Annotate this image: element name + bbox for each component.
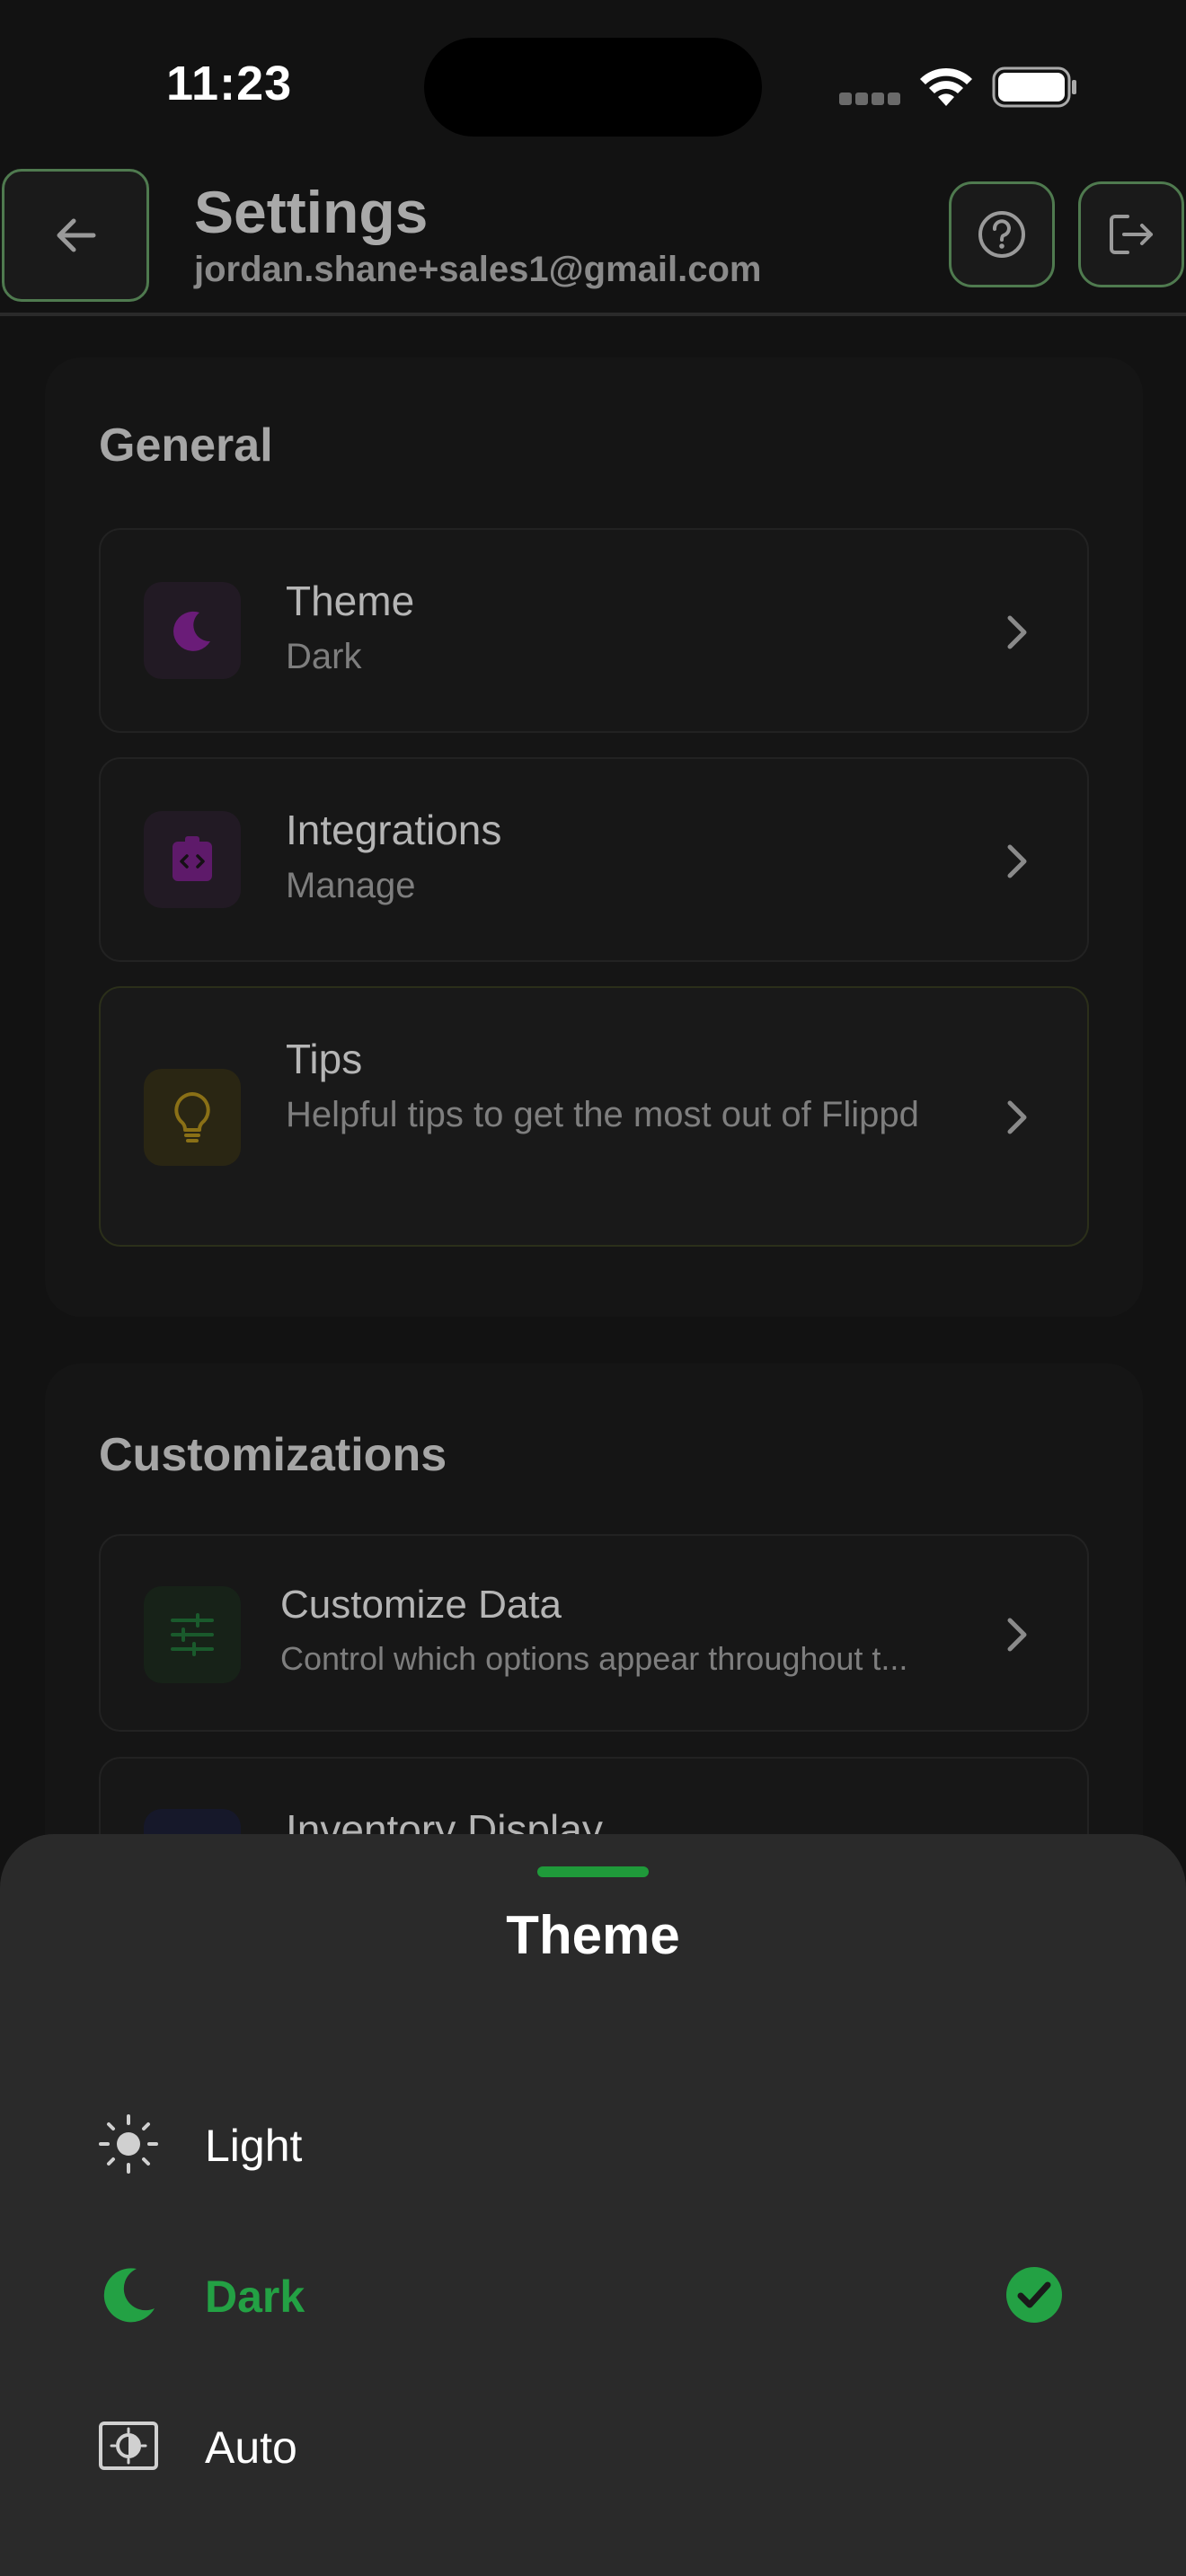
theme-option-dark[interactable]: Dark <box>0 2228 1186 2362</box>
theme-icon-box <box>144 582 241 679</box>
chevron-right-icon <box>1007 1100 1027 1134</box>
page-title: Settings <box>194 179 429 245</box>
sun-icon <box>99 2114 158 2174</box>
wifi-icon <box>920 67 972 106</box>
row-subtitle: Manage <box>286 866 416 905</box>
row-subtitle: Control which options appear throughout … <box>280 1640 908 1677</box>
cellular-signal-icon <box>839 93 900 105</box>
tips-icon-box <box>144 1069 241 1166</box>
chevron-right-icon <box>1007 615 1027 649</box>
lightbulb-icon <box>174 1092 210 1142</box>
theme-option-light[interactable]: Light <box>0 2077 1186 2211</box>
moon-icon <box>173 611 210 651</box>
battery-icon <box>992 66 1076 108</box>
theme-bottom-sheet: Theme Light Dark Auto <box>0 1834 1186 2576</box>
row-subtitle: Helpful tips to get the most out of Flip… <box>286 1095 919 1134</box>
help-icon <box>978 211 1025 258</box>
code-badge-icon <box>173 836 212 881</box>
option-label: Dark <box>205 2272 305 2322</box>
sheet-title: Theme <box>506 1905 680 1965</box>
status-bar: 11:23 <box>0 0 1186 162</box>
row-title: Theme <box>286 578 415 624</box>
check-circle-icon <box>1006 2267 1062 2323</box>
moon-icon <box>103 2268 155 2323</box>
sheet-drag-handle[interactable] <box>537 1866 649 1877</box>
general-card: General Theme Dark Integrations Manage T… <box>45 357 1143 1317</box>
logout-icon <box>1110 215 1153 254</box>
option-label: Light <box>205 2121 303 2171</box>
settings-row-integrations[interactable]: Integrations Manage <box>99 757 1089 962</box>
integrations-icon-box <box>144 811 241 908</box>
settings-row-tips[interactable]: Tips Helpful tips to get the most out of… <box>99 986 1089 1247</box>
theme-option-auto[interactable]: Auto <box>0 2378 1186 2513</box>
help-button[interactable] <box>949 181 1055 287</box>
header-divider <box>0 313 1186 316</box>
customize-data-icon-box <box>144 1586 241 1683</box>
chevron-right-icon <box>1007 844 1027 878</box>
row-title: Customize Data <box>280 1583 562 1627</box>
row-subtitle: Dark <box>286 637 362 676</box>
sliders-icon <box>171 1613 214 1656</box>
arrow-left-icon <box>57 218 96 252</box>
auto-brightness-icon <box>99 2422 158 2470</box>
row-title: Tips <box>286 1036 363 1082</box>
back-button[interactable] <box>2 169 149 302</box>
section-title-customizations: Customizations <box>99 1429 447 1481</box>
settings-row-theme[interactable]: Theme Dark <box>99 528 1089 733</box>
chevron-right-icon <box>1007 1618 1027 1652</box>
option-label: Auto <box>205 2422 297 2473</box>
settings-row-customize-data[interactable]: Customize Data Control which options app… <box>99 1534 1089 1732</box>
dynamic-island <box>424 38 762 137</box>
section-title-general: General <box>99 419 273 472</box>
status-time: 11:23 <box>166 57 293 110</box>
row-title: Integrations <box>286 807 502 853</box>
logout-button[interactable] <box>1078 181 1184 287</box>
account-email: jordan.shane+sales1@gmail.com <box>194 250 762 289</box>
